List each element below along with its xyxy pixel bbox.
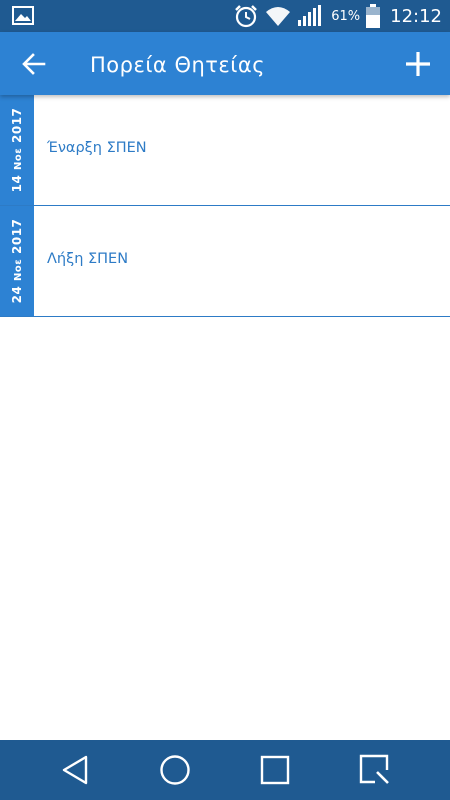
back-button[interactable] [14,46,54,82]
battery-percent: 61% [331,8,361,24]
date-year: 2017 [10,218,24,255]
search-square-icon [359,754,389,784]
image-icon [12,6,34,25]
status-icons: 61% 12:12 [233,0,442,32]
recents-square-icon [260,755,290,785]
page-title: Πορεία Θητείας [90,53,266,77]
signal-icon [297,5,323,27]
timeline-list: 14 Νοε 2017 Έναρξη ΣΠΕΝ 24 Νοε 2017 Λήξη… [0,95,450,317]
nav-search-button[interactable] [355,750,395,790]
timeline-item-label: Έναρξη ΣΠΕΝ [47,140,147,156]
date-strip: 24 Νοε 2017 [0,206,34,316]
clock: 12:12 [390,5,442,27]
home-circle-icon [160,755,190,785]
alarm-icon [233,3,259,29]
timeline-item-label: Λήξη ΣΠΕΝ [47,251,129,267]
date-label: 24 Νοε 2017 [10,219,24,304]
add-button[interactable] [398,44,438,84]
date-day: 14 [10,174,24,193]
app-bar: Πορεία Θητείας [0,32,450,95]
battery-icon [366,4,381,28]
nav-back-button[interactable] [55,750,95,790]
status-bar: 61% 12:12 [0,0,450,32]
date-day: 24 [10,285,24,304]
plus-icon [406,52,430,76]
timeline-item[interactable]: 24 Νοε 2017 Λήξη ΣΠΕΝ [0,206,450,317]
wifi-icon [265,5,291,27]
date-strip: 14 Νοε 2017 [0,95,34,205]
date-month: Νοε [13,258,24,282]
date-month: Νοε [13,147,24,171]
timeline-item[interactable]: 14 Νοε 2017 Έναρξη ΣΠΕΝ [0,95,450,206]
nav-recents-button[interactable] [255,750,295,790]
arrow-left-icon [22,53,46,75]
date-year: 2017 [10,107,24,144]
date-label: 14 Νοε 2017 [10,108,24,193]
back-triangle-icon [62,755,88,785]
navigation-bar [0,740,450,800]
nav-home-button[interactable] [155,750,195,790]
